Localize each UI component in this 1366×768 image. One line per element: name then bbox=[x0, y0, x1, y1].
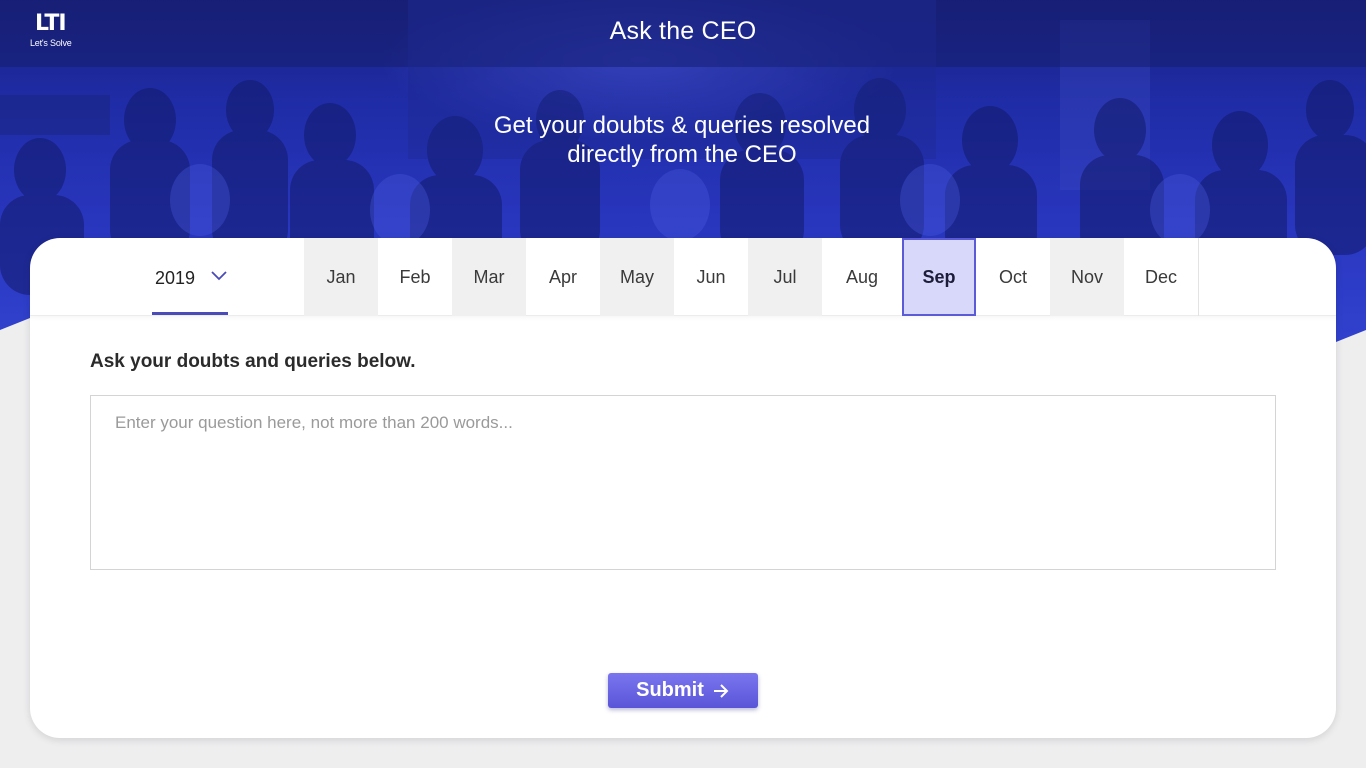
tab-month-dec[interactable]: Dec bbox=[1124, 238, 1198, 316]
period-tab-bar: 2019 Jan Feb Mar Apr May Jun Jul Aug Sep… bbox=[30, 238, 1336, 316]
month-tabs: Jan Feb Mar Apr May Jun Jul Aug Sep Oct … bbox=[304, 238, 1199, 316]
tab-month-jun[interactable]: Jun bbox=[674, 238, 748, 316]
tab-month-mar[interactable]: Mar bbox=[452, 238, 526, 316]
arrow-right-icon bbox=[713, 683, 729, 698]
tab-month-nov[interactable]: Nov bbox=[1050, 238, 1124, 316]
year-value: 2019 bbox=[155, 268, 196, 288]
submit-label: Submit bbox=[636, 679, 704, 701]
year-dropdown[interactable]: 2019 bbox=[152, 238, 228, 316]
tab-month-aug[interactable]: Aug bbox=[822, 238, 902, 316]
question-input[interactable] bbox=[90, 395, 1276, 570]
tab-divider bbox=[1198, 238, 1199, 316]
hero-tagline: Get your doubts & queries resolved direc… bbox=[408, 111, 956, 169]
tagline-line-2: directly from the CEO bbox=[567, 141, 797, 168]
year-underline bbox=[152, 312, 228, 315]
tab-month-jul[interactable]: Jul bbox=[748, 238, 822, 316]
tagline-line-1: Get your doubts & queries resolved bbox=[493, 112, 871, 139]
submit-button[interactable]: Submit bbox=[608, 673, 758, 708]
chevron-down-icon bbox=[211, 271, 227, 281]
tab-month-feb[interactable]: Feb bbox=[378, 238, 452, 316]
tab-month-sep[interactable]: Sep bbox=[902, 238, 976, 316]
tab-month-may[interactable]: May bbox=[600, 238, 674, 316]
tab-month-jan[interactable]: Jan bbox=[304, 238, 378, 316]
page-title: Ask the CEO bbox=[609, 17, 757, 45]
question-card: 2019 Jan Feb Mar Apr May Jun Jul Aug Sep… bbox=[30, 238, 1336, 738]
top-bar: Ask the CEO bbox=[0, 0, 1366, 67]
tab-month-apr[interactable]: Apr bbox=[526, 238, 600, 316]
form-prompt: Ask your doubts and queries below. bbox=[90, 351, 416, 372]
tab-month-oct[interactable]: Oct bbox=[976, 238, 1050, 316]
